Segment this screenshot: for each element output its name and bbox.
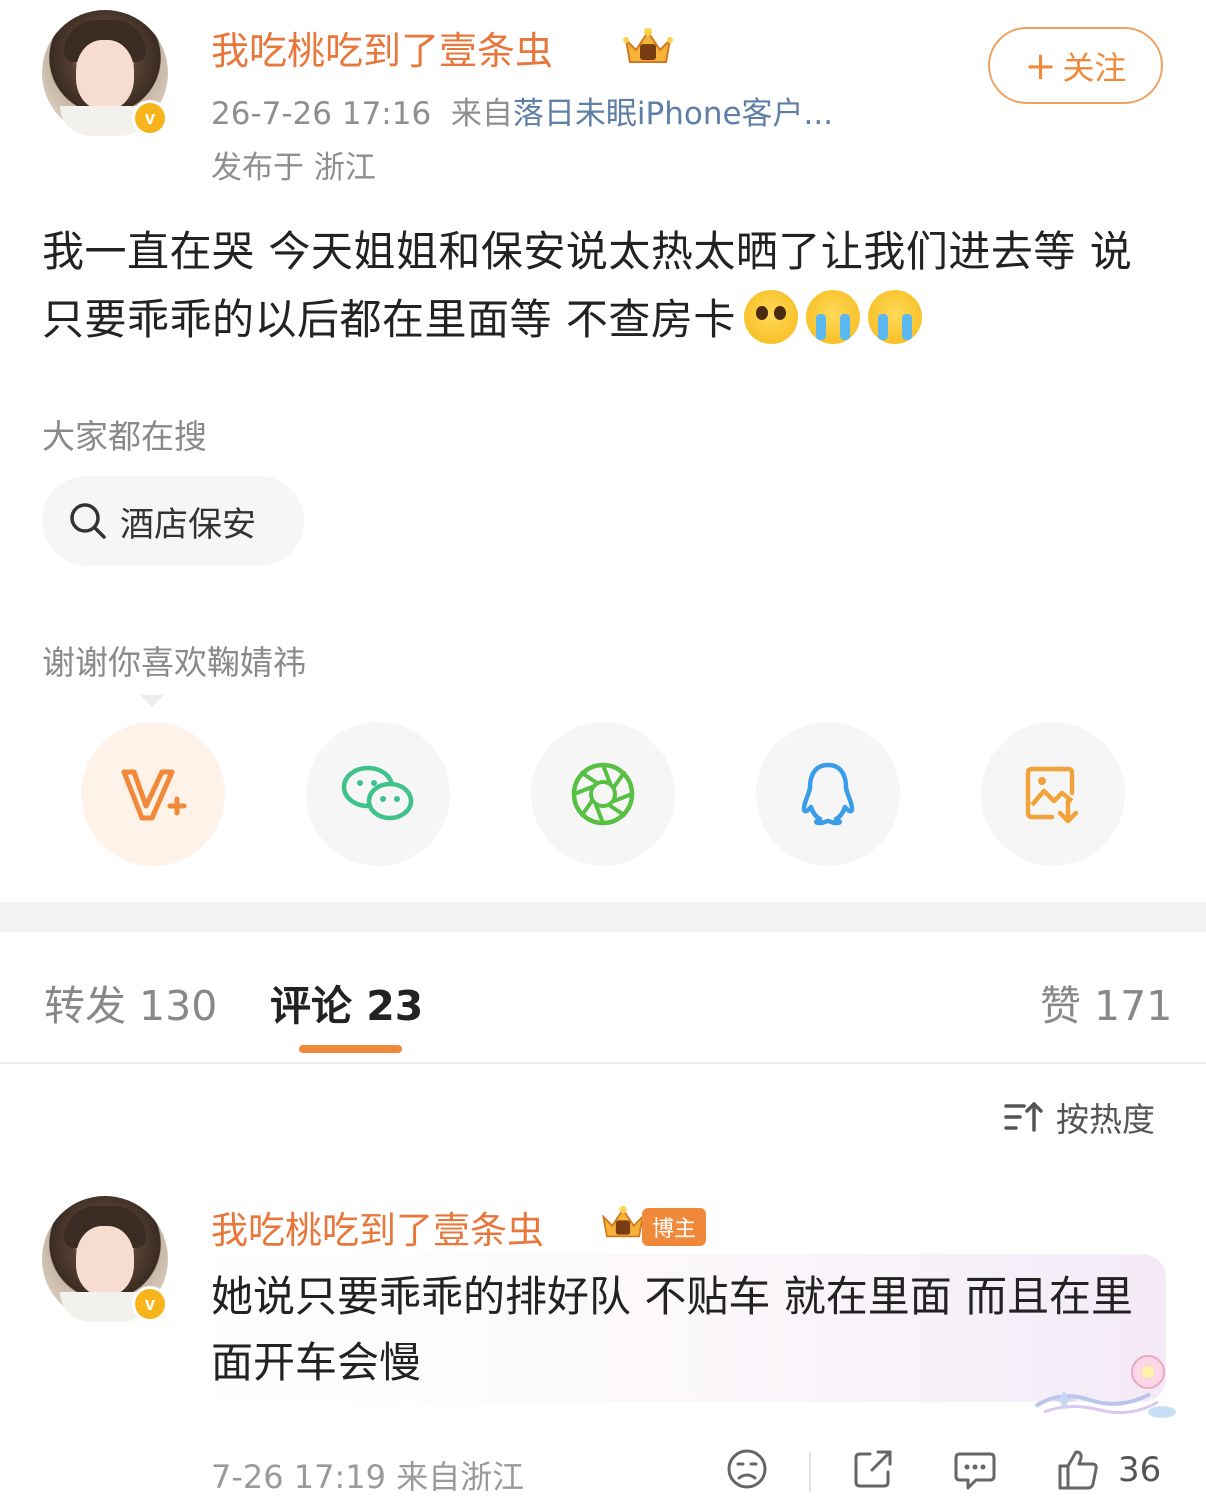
save-image-icon [1025, 766, 1079, 824]
like-icon[interactable] [1056, 1448, 1100, 1492]
comment-icon[interactable] [954, 1448, 996, 1490]
share-wechat-button[interactable] [306, 722, 450, 866]
verified-badge-icon: v [132, 1286, 168, 1322]
post-meta: 26-7-26 17:16 来自落日未眠iPhone客户... [211, 88, 833, 133]
dislike-face-icon[interactable] [726, 1448, 768, 1490]
qq-icon [801, 762, 855, 826]
author-name[interactable]: 我吃桃吃到了壹条虫 [211, 20, 553, 75]
active-tab-indicator [299, 1045, 402, 1053]
weibo-v-plus-icon [121, 769, 187, 821]
crown-badge-icon [623, 28, 673, 63]
pleading-face-icon [743, 290, 798, 344]
search-chip[interactable]: 酒店保安 [42, 476, 304, 566]
blogger-tag: 博主 [642, 1208, 707, 1246]
wechat-icon [341, 765, 414, 821]
post-body: 我一直在哭 今天姐姐和保安说太热太晒了让我们进去等 说只要乖乖的以后都在里面等 … [42, 218, 1172, 354]
comment-meta: 7-26 17:19 来自浙江 [211, 1452, 524, 1498]
source-app-link[interactable]: 落日未眠iPhone客户... [513, 96, 833, 132]
comment-location: 来自浙江 [396, 1458, 525, 1496]
action-separator [809, 1452, 811, 1492]
tab-repost[interactable]: 转发 130 [44, 972, 217, 1032]
trending-search-title: 大家都在搜 [42, 417, 207, 456]
section-divider [0, 902, 1206, 932]
follow-label: 关注 [1062, 48, 1127, 87]
share-weibo-button[interactable] [81, 722, 225, 866]
search-chip-label: 酒店保安 [120, 504, 256, 545]
follow-button[interactable]: + 关注 [988, 27, 1163, 104]
post-date: 26-7-26 17:16 [211, 96, 432, 132]
search-icon [70, 503, 106, 539]
flower-decoration-icon [1034, 1355, 1176, 1418]
comment-like-count: 36 [1118, 1450, 1162, 1490]
hint-pointer [140, 695, 164, 707]
share-moments-button[interactable] [531, 722, 675, 866]
crying-face-icon [805, 290, 860, 344]
sort-label: 按热度 [1056, 1100, 1155, 1139]
plus-icon: + [1024, 43, 1057, 88]
crown-badge-icon [601, 1206, 645, 1238]
comment-text: 她说只要乖乖的排好队 不贴车 就在里面 而且在里面开车会慢 [211, 1272, 1134, 1387]
source-prefix: 来自 [450, 96, 513, 132]
comment-time: 7-26 17:19 [211, 1458, 387, 1496]
share-icon[interactable] [852, 1448, 894, 1490]
post-location: 发布于 浙江 [211, 150, 376, 186]
crying-face-icon [867, 290, 922, 344]
post-text: 我一直在哭 今天姐姐和保安说太热太晒了让我们进去等 说只要乖乖的以后都在里面等 … [42, 227, 1133, 344]
verified-badge-icon: v [132, 100, 168, 136]
moments-icon [571, 762, 635, 826]
tab-likes[interactable]: 赞 171 [1040, 972, 1172, 1032]
commenter-name[interactable]: 我吃桃吃到了壹条虫 [211, 1200, 544, 1254]
sort-icon [1004, 1102, 1043, 1132]
share-hint: 谢谢你喜欢鞠婧祎 [42, 643, 306, 682]
tab-divider [0, 1062, 1206, 1064]
sort-by-hot-button[interactable]: 按热度 [1004, 1093, 1155, 1141]
tab-comments[interactable]: 评论 23 [270, 972, 423, 1032]
share-save-image-button[interactable] [981, 722, 1125, 866]
share-qq-button[interactable] [756, 722, 900, 866]
